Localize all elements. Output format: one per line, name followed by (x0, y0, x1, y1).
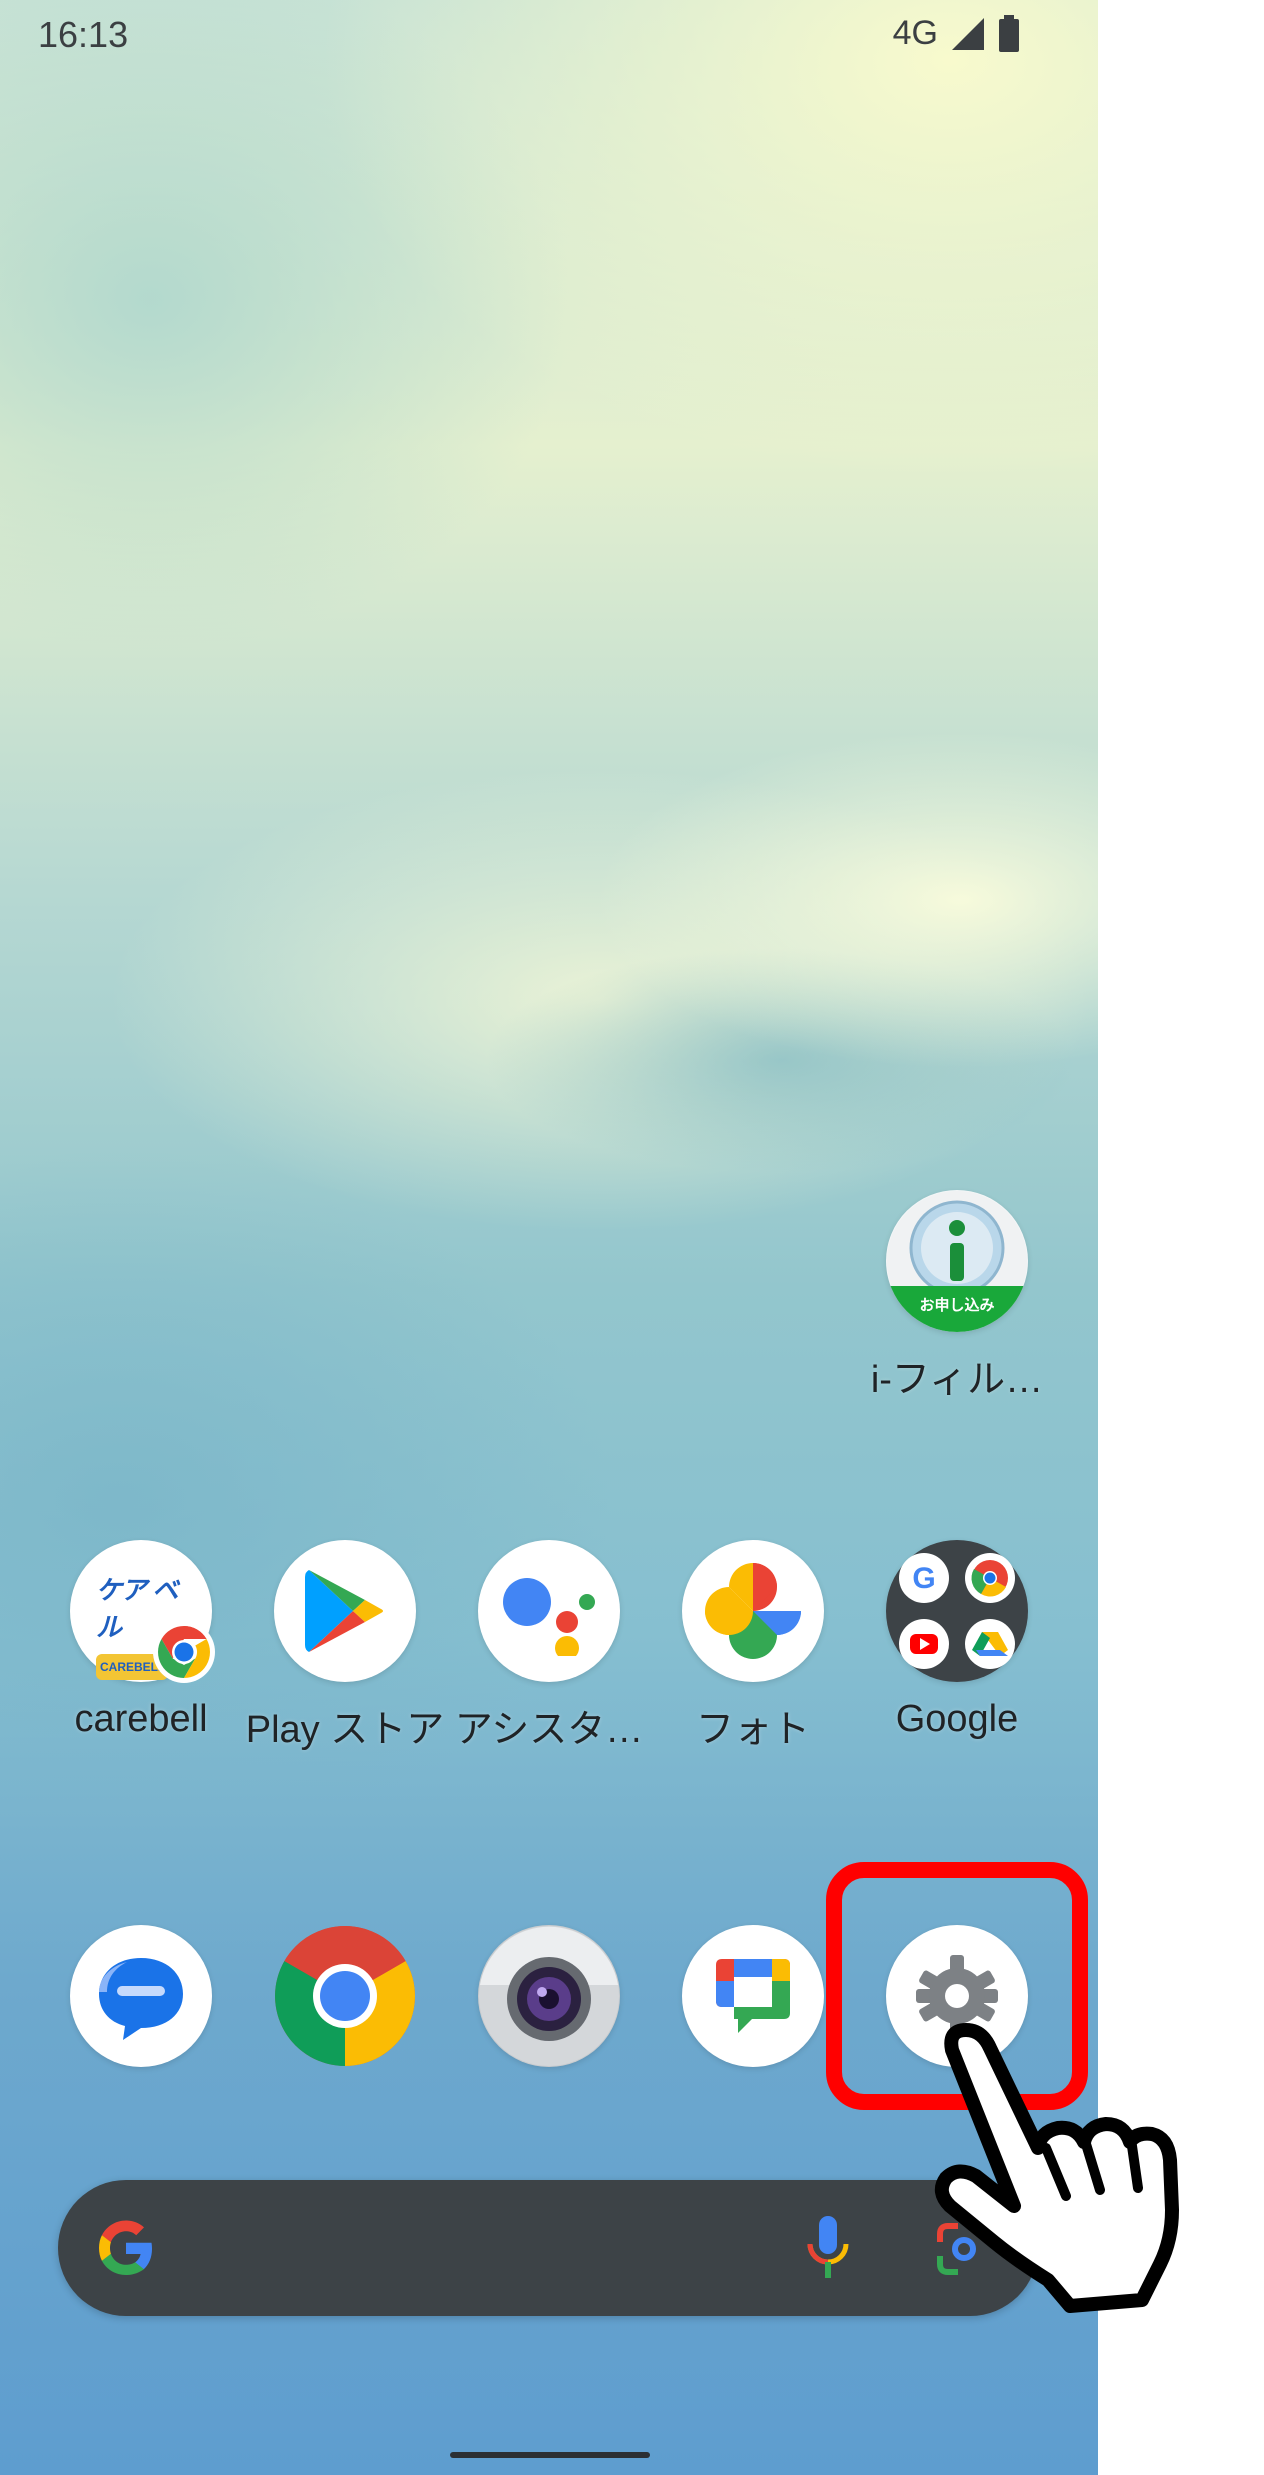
app-label: Play ストア (245, 1709, 445, 1751)
chrome-badge-icon (153, 1621, 215, 1683)
google-g-icon (99, 2220, 152, 2275)
google-folder-icon: G (886, 1540, 1028, 1682)
camera-icon (478, 1925, 620, 2067)
app-camera[interactable] (449, 1925, 649, 2067)
app-photos[interactable]: フォト (653, 1540, 853, 1753)
app-label: i-フィル… (870, 1359, 1044, 1401)
svg-text:G: G (912, 1562, 935, 1595)
app-chrome[interactable] (245, 1925, 445, 2067)
app-label: carebell (74, 1698, 208, 1740)
google-search-bar[interactable] (58, 2180, 1038, 2316)
mic-icon[interactable] (804, 2214, 852, 2282)
status-icons: 4G (893, 14, 1020, 53)
app-google-folder[interactable]: G Google (857, 1540, 1057, 1741)
app-label: フォト (695, 1709, 810, 1751)
google-chat-icon (682, 1925, 824, 2067)
chrome-icon (274, 1925, 416, 2067)
status-time: 16:13 (38, 14, 129, 55)
carebell-icon: ケア ベル CAREBELL (70, 1540, 215, 1683)
app-label: アシスタ… (454, 1709, 644, 1751)
home-indicator[interactable] (450, 2452, 650, 2458)
i-filter-icon: お申し込み (886, 1190, 1028, 1332)
play-store-icon (274, 1540, 416, 1682)
i-filter-badge-text: お申し込み (919, 1297, 995, 1314)
signal-icon (952, 17, 984, 50)
app-label: Google (895, 1698, 1019, 1740)
app-ifilter[interactable]: お申し込み i-フィル… (857, 1190, 1057, 1403)
assistant-icon (478, 1540, 620, 1682)
messages-icon (70, 1925, 212, 2067)
app-assistant[interactable]: アシスタ… (449, 1540, 649, 1753)
app-messages[interactable] (41, 1925, 241, 2067)
app-carebell[interactable]: ケア ベル CAREBELL carebell (41, 1540, 241, 1741)
hand-pointer-icon (934, 2023, 1179, 2313)
battery-icon (999, 14, 1019, 52)
app-play-store[interactable]: Play ストア (245, 1540, 445, 1753)
photos-icon (682, 1540, 824, 1682)
network-type: 4G (892, 14, 938, 52)
app-google-chat[interactable] (653, 1925, 853, 2067)
